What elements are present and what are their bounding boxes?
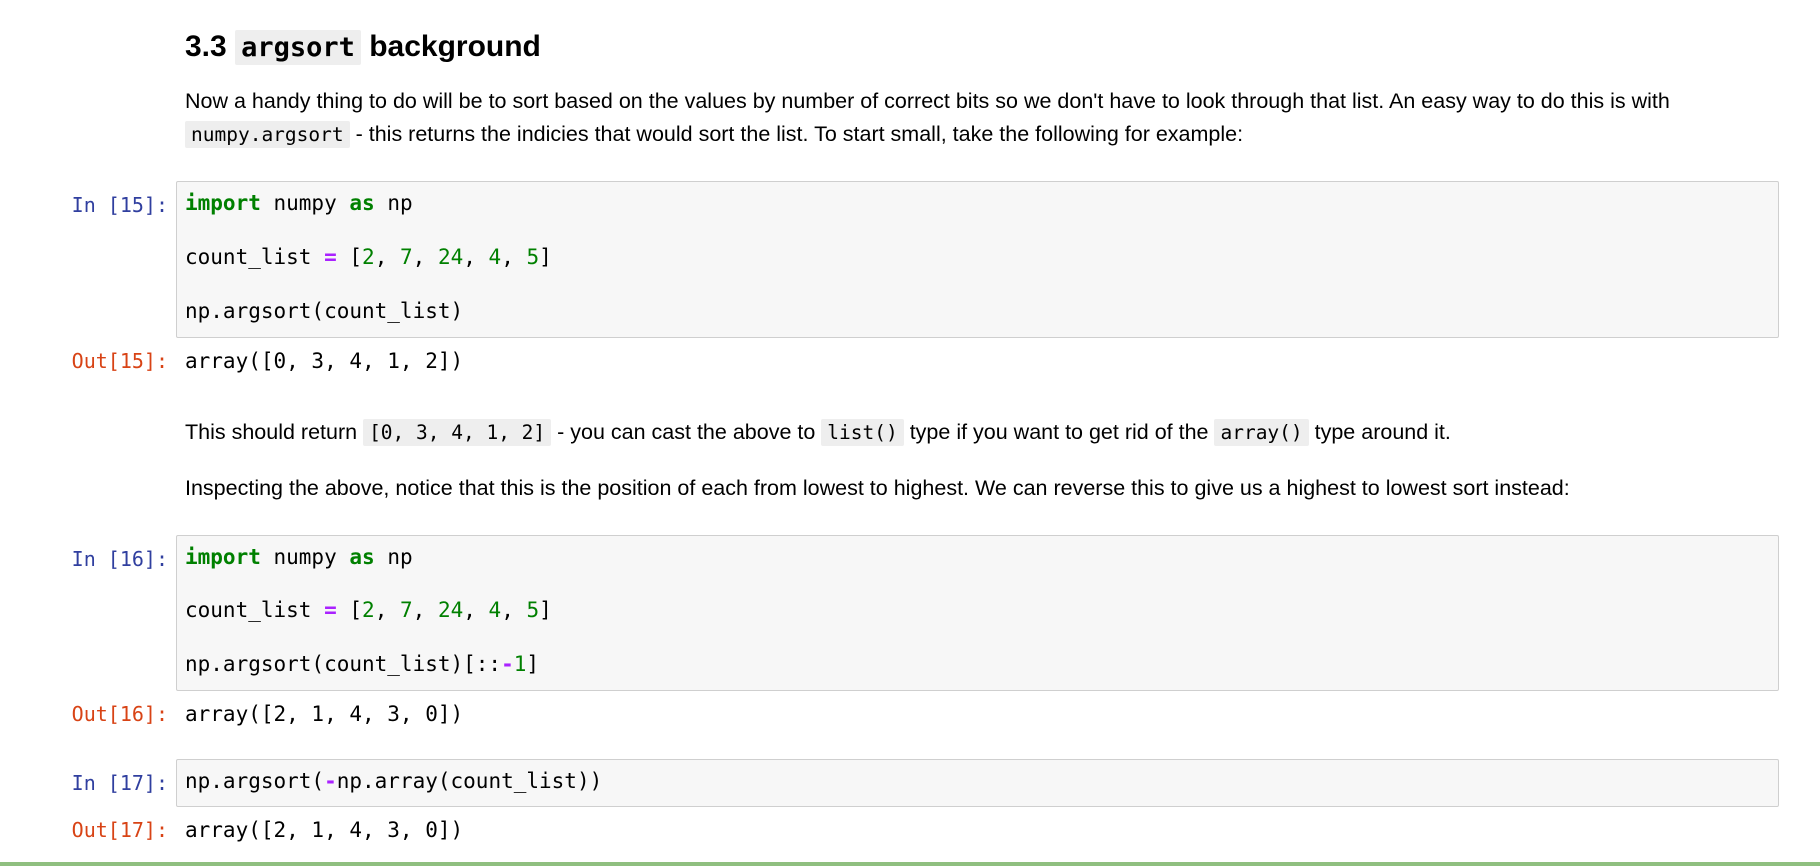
- cell-17-out-prompt: Out[17]:: [71, 818, 168, 842]
- inline-code-numpy-argsort: numpy.argsort: [185, 121, 350, 148]
- heading-code: argsort: [235, 30, 361, 65]
- cell-15-output: array([0, 3, 4, 1, 2]): [185, 349, 464, 373]
- cell-16-output: array([2, 1, 4, 3, 0]): [185, 702, 464, 726]
- cell-15-line-3: np.argsort(count_list): [185, 299, 464, 323]
- cell-17-output: array([2, 1, 4, 3, 0]): [185, 818, 464, 842]
- intro-line-2: numpy.argsort - this returns the indicie…: [185, 118, 1243, 151]
- cell-15-line-1: import numpy as np: [185, 191, 413, 215]
- heading-word: background: [369, 30, 541, 63]
- inline-code-list-value: [0, 3, 4, 1, 2]: [363, 419, 552, 446]
- intro-line-2-text: - this returns the indicies that would s…: [349, 122, 1244, 146]
- cell-15-line-2: count_list = [2, 7, 24, 4, 5]: [185, 245, 552, 269]
- paragraph-inspect: Inspecting the above, notice that this i…: [185, 476, 1570, 500]
- section-heading: 3.3 argsort background: [185, 28, 541, 67]
- cell-16-line-2: count_list = [2, 7, 24, 4, 5]: [185, 598, 552, 622]
- cell-15-in-prompt: In [15]:: [71, 193, 168, 217]
- cell-15-out-prompt: Out[15]:: [71, 349, 168, 373]
- heading-number: 3.3: [185, 30, 227, 63]
- cell-16-line-3: np.argsort(count_list)[::-1]: [185, 652, 540, 676]
- cell-17-line-1: np.argsort(-np.array(count_list)): [185, 769, 603, 793]
- inline-code-list-fn: list(): [821, 419, 904, 446]
- intro-line-1: Now a handy thing to do will be to sort …: [185, 89, 1670, 113]
- paragraph-cast: This should return [0, 3, 4, 1, 2] - you…: [185, 419, 1451, 446]
- inline-code-array-fn: array(): [1214, 419, 1309, 446]
- cell-16-out-prompt: Out[16]:: [71, 702, 168, 726]
- cell-16-line-1: import numpy as np: [185, 545, 413, 569]
- bottom-border: [0, 862, 1820, 866]
- cell-17-in-prompt: In [17]:: [71, 771, 168, 795]
- cell-16-in-prompt: In [16]:: [71, 547, 168, 571]
